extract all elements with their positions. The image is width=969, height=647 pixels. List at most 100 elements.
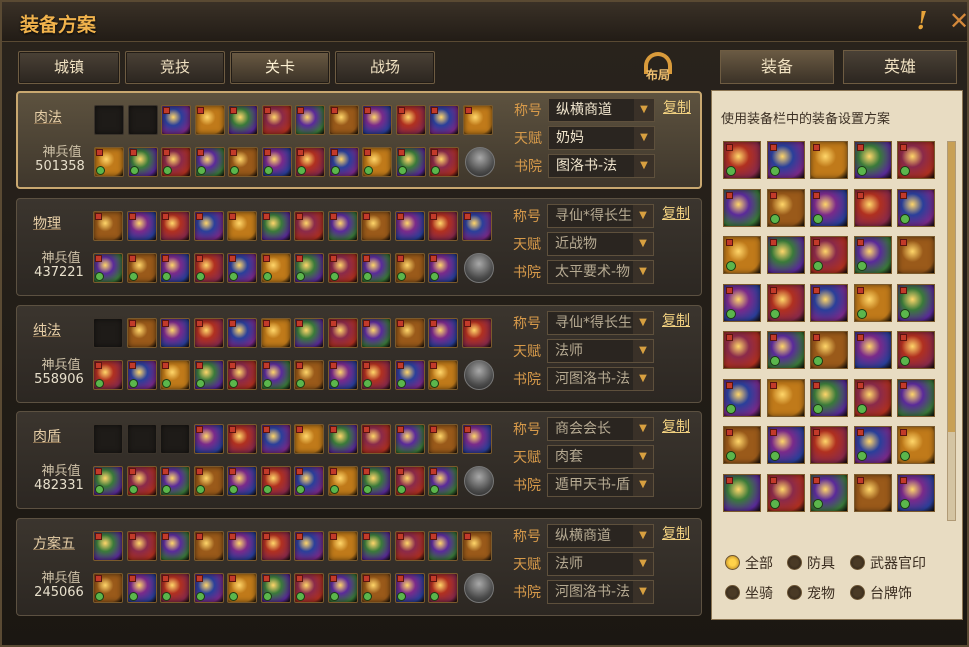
equipment-slot[interactable] — [328, 147, 359, 177]
talent-select[interactable]: 法师 ▼ — [547, 552, 654, 576]
copy-button[interactable]: 复制 — [662, 310, 690, 330]
copy-button[interactable]: 复制 — [663, 97, 691, 117]
equipment-slot[interactable] — [227, 466, 257, 496]
equipment-slot[interactable] — [260, 360, 291, 390]
exclamation-icon[interactable]: ! — [914, 8, 930, 34]
equipment-slot[interactable] — [294, 360, 324, 390]
equipment-slot[interactable] — [260, 573, 291, 603]
equipment-slot[interactable] — [295, 147, 325, 177]
equipment-slot[interactable] — [93, 211, 123, 241]
equipment-slot[interactable] — [193, 424, 224, 454]
equipment-slot[interactable] — [160, 531, 190, 561]
plan-row[interactable]: 纯法 神兵值 558906 称号 寻仙*得长生 ▼ 天赋 法师 ▼ 书院 河图洛书-法 ▼ 复制 — [16, 305, 702, 403]
equipment-slot[interactable] — [93, 424, 123, 454]
equipment-slot[interactable] — [461, 318, 492, 348]
equipment-slot[interactable] — [93, 573, 123, 603]
plan-name[interactable]: 肉法 — [34, 107, 62, 127]
plan-name[interactable]: 纯法 — [33, 320, 61, 340]
equipment-slot[interactable] — [160, 424, 190, 454]
title-select[interactable]: 纵横商道 ▼ — [547, 524, 654, 548]
equipment-slot[interactable] — [126, 211, 157, 241]
inventory-item[interactable] — [766, 378, 805, 417]
filter-option[interactable]: 宠物 — [787, 583, 847, 603]
inventory-item[interactable] — [766, 426, 805, 464]
equipment-slot[interactable] — [127, 147, 158, 177]
tab-equipment[interactable]: 装备 — [720, 50, 834, 84]
equipment-slot[interactable] — [193, 573, 224, 603]
equipment-slot[interactable] — [394, 211, 425, 241]
equipment-slot[interactable] — [428, 360, 458, 390]
equipment-slot[interactable] — [328, 105, 359, 135]
filter-option[interactable]: 武器官印 — [850, 553, 950, 573]
plan-row[interactable]: 肉盾 神兵值 482331 称号 商会会长 ▼ 天赋 肉套 ▼ 书院 遁甲天书-盾 ▼ 复制 — [16, 411, 702, 509]
equipment-slot[interactable] — [93, 253, 123, 283]
inventory-item[interactable] — [723, 188, 761, 227]
equipment-slot[interactable] — [260, 531, 291, 561]
treasure-pot-icon[interactable] — [463, 573, 494, 603]
equipment-slot[interactable] — [327, 573, 358, 603]
equipment-slot[interactable] — [394, 531, 425, 561]
equipment-slot[interactable] — [428, 466, 458, 496]
title-select[interactable]: 寻仙*得长生 ▼ — [547, 311, 654, 335]
inventory-item[interactable] — [853, 473, 892, 512]
tab-arena[interactable]: 竞技 — [125, 51, 225, 84]
title-select[interactable]: 纵横商道 ▼ — [548, 98, 655, 122]
inventory-item[interactable] — [723, 378, 761, 417]
equipment-slot[interactable] — [361, 531, 391, 561]
tab-town[interactable]: 城镇 — [18, 51, 120, 84]
inventory-item[interactable] — [766, 188, 805, 227]
inventory-item[interactable] — [723, 331, 761, 369]
plan-name[interactable]: 肉盾 — [33, 426, 61, 446]
equipment-slot[interactable] — [327, 531, 358, 561]
equipment-slot[interactable] — [394, 466, 425, 496]
equipment-slot[interactable] — [327, 253, 358, 283]
inventory-item[interactable] — [853, 188, 892, 227]
inventory-item[interactable] — [897, 473, 935, 512]
equipment-slot[interactable] — [428, 573, 458, 603]
equipment-slot[interactable] — [227, 424, 257, 454]
panel-scrollbar[interactable] — [947, 141, 956, 521]
equipment-slot[interactable] — [294, 424, 324, 454]
equipment-slot[interactable] — [93, 466, 123, 496]
equipment-slot[interactable] — [294, 573, 324, 603]
equipment-slot[interactable] — [161, 105, 191, 135]
plan-name[interactable]: 方案五 — [33, 533, 75, 553]
equipment-slot[interactable] — [462, 105, 493, 135]
equipment-slot[interactable] — [394, 424, 425, 454]
equipment-slot[interactable] — [160, 211, 190, 241]
equipment-slot[interactable] — [160, 466, 190, 496]
equipment-slot[interactable] — [361, 211, 391, 241]
equipment-slot[interactable] — [93, 531, 123, 561]
scroll-thumb[interactable] — [948, 142, 955, 432]
talent-select[interactable]: 法师 ▼ — [547, 339, 654, 363]
equipment-slot[interactable] — [260, 466, 291, 496]
inventory-item[interactable] — [810, 378, 848, 417]
equipment-slot[interactable] — [227, 211, 257, 241]
talent-select[interactable]: 奶妈 ▼ — [548, 126, 655, 150]
treasure-pot-icon[interactable] — [464, 147, 495, 177]
equipment-slot[interactable] — [93, 318, 123, 348]
treasure-pot-icon[interactable] — [463, 360, 494, 390]
layout-button[interactable]: 布局 — [638, 50, 678, 84]
equipment-slot[interactable] — [126, 360, 157, 390]
inventory-item[interactable] — [810, 141, 848, 179]
inventory-item[interactable] — [853, 283, 892, 322]
equipment-slot[interactable] — [260, 318, 291, 348]
equipment-slot[interactable] — [261, 147, 292, 177]
equipment-slot[interactable] — [361, 424, 391, 454]
equipment-slot[interactable] — [227, 253, 257, 283]
equipment-slot[interactable] — [126, 318, 157, 348]
equipment-slot[interactable] — [428, 531, 458, 561]
equipment-slot[interactable] — [428, 253, 458, 283]
inventory-item[interactable] — [766, 331, 805, 369]
equipment-slot[interactable] — [294, 211, 324, 241]
inventory-item[interactable] — [897, 426, 935, 464]
equipment-slot[interactable] — [394, 253, 425, 283]
equipment-slot[interactable] — [227, 573, 257, 603]
equipment-slot[interactable] — [93, 360, 123, 390]
equipment-slot[interactable] — [395, 105, 426, 135]
inventory-item[interactable] — [723, 473, 761, 512]
inventory-item[interactable] — [853, 141, 892, 179]
equipment-slot[interactable] — [361, 360, 391, 390]
equipment-slot[interactable] — [193, 360, 224, 390]
